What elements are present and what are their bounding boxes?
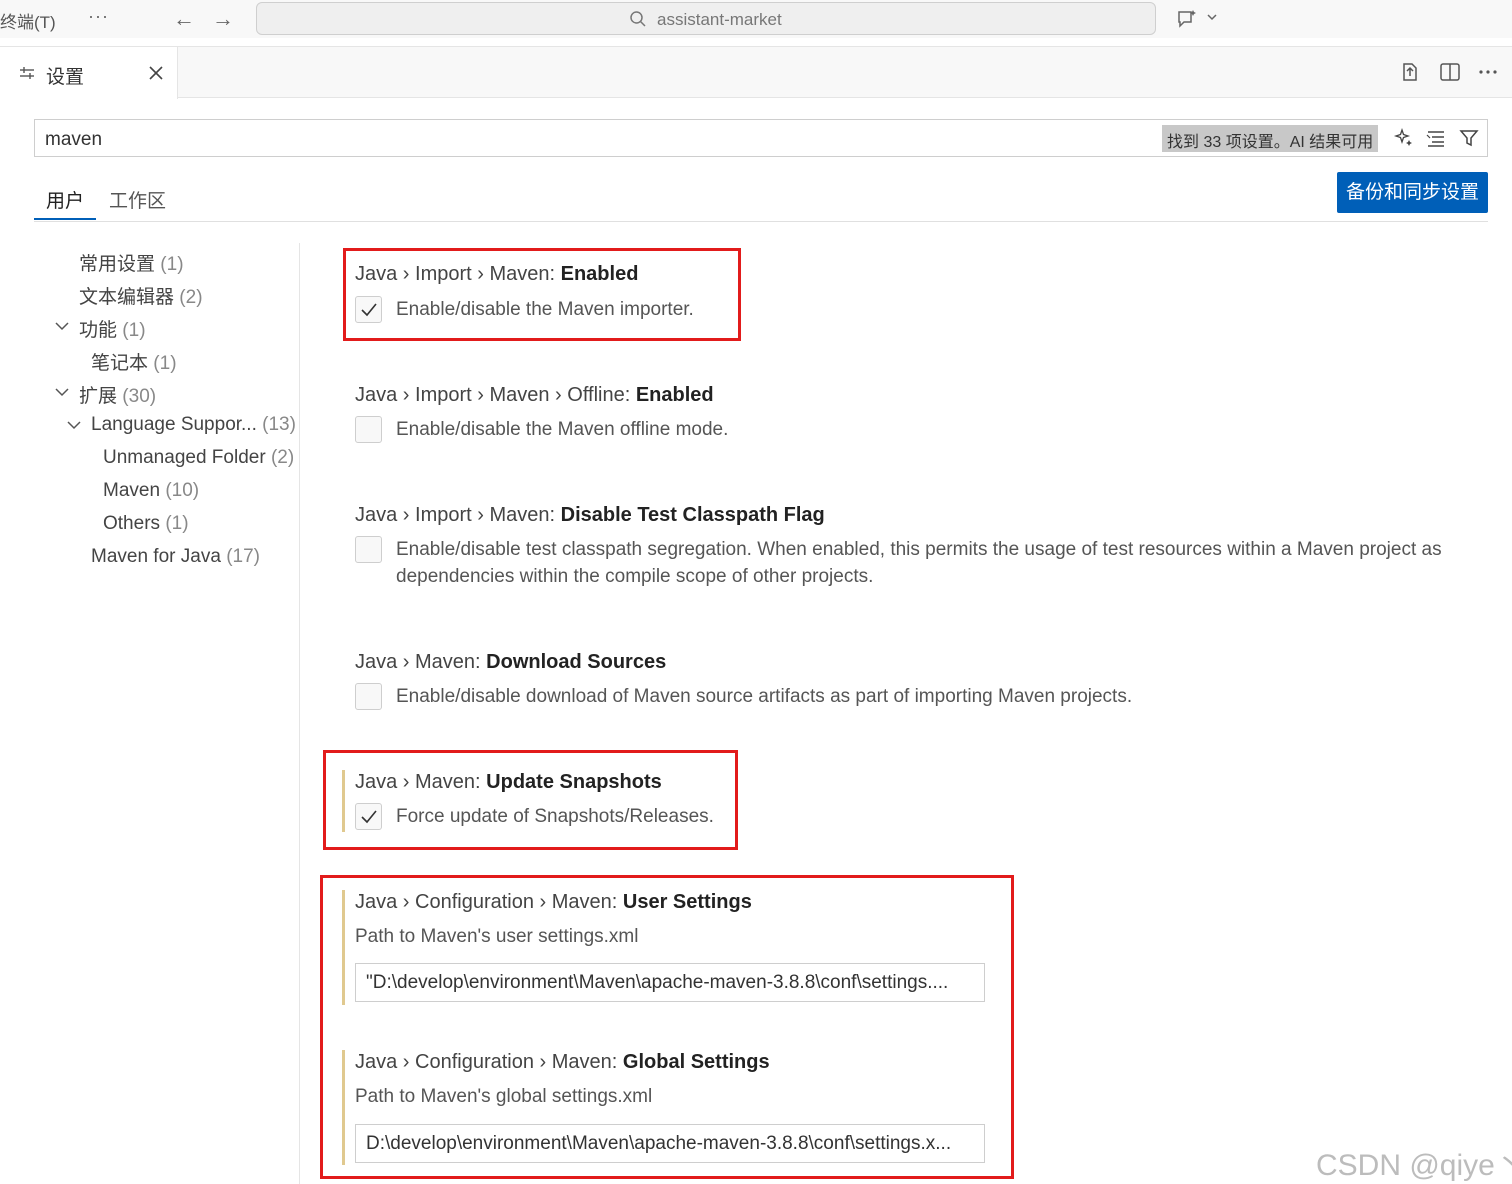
toc-item[interactable]: 常用设置 (1) [79,249,184,276]
chevron-down-icon[interactable] [66,417,82,433]
toc-item[interactable]: Maven for Java (17) [91,546,260,568]
clear-filter-list-icon[interactable] [1425,127,1447,149]
settings-sliders-icon [20,67,34,79]
toc-item[interactable]: 功能 (1) [79,315,146,342]
chevron-down-icon[interactable] [54,384,70,400]
active-tab-indicator [34,218,96,220]
toc-item[interactable]: 笔记本 (1) [91,348,177,375]
toc-item[interactable]: Maven (10) [103,480,199,502]
ai-sparkle-icon[interactable] [1393,127,1415,149]
highlight-annotation [320,875,1014,1179]
setting-checkbox[interactable] [355,536,382,563]
more-menu-icon[interactable]: ··· [88,6,109,27]
setting-title: Java › Maven: Download Sources [355,651,667,673]
command-center[interactable]: assistant-market [256,2,1156,35]
chevron-down-icon[interactable] [54,318,70,334]
setting-title: Java › Import › Maven › Offline: Enabled [355,384,714,406]
setting-checkbox[interactable] [355,683,382,710]
toc-item[interactable]: Others (1) [103,513,189,535]
toc-item[interactable]: Language Suppor... (13) [91,414,296,436]
toc-item[interactable]: 文本编辑器 (2) [79,282,203,309]
tab-settings[interactable]: 设置 [0,47,178,99]
search-result-count: 找到 33 项设置。AI 结果可用 [1162,125,1379,152]
setting-description: Enable/disable the Maven offline mode. [396,419,729,440]
menu-terminal[interactable]: 终端(T) [0,8,56,33]
backup-sync-button[interactable]: 备份和同步设置 [1337,172,1488,213]
back-arrow-icon[interactable]: ← [173,6,195,32]
chat-sparkle-icon[interactable] [1176,8,1198,30]
highlight-annotation [323,750,738,850]
tab-label: 设置 [46,67,85,88]
settings-search-input[interactable]: maven 找到 33 项设置。AI 结果可用 [34,119,1488,157]
setting-checkbox[interactable] [355,416,382,443]
toc-item[interactable]: Unmanaged Folder (2) [103,447,294,469]
settings-scope-tabs: 用户 工作区 [34,178,1488,222]
search-icon [630,11,646,27]
search-value[interactable]: maven [45,129,102,151]
setting-description: Enable/disable download of Maven source … [396,686,1133,707]
highlight-annotation [343,248,741,341]
setting-title: Java › Import › Maven: Disable Test Clas… [355,504,825,526]
more-actions-icon[interactable] [1476,60,1500,84]
tab-workspace[interactable]: 工作区 [109,186,166,213]
tab-user[interactable]: 用户 [46,186,84,213]
setting-description-line2: dependencies within the compile scope of… [396,566,874,587]
title-bar: 终端(T) ··· ← → assistant-market [0,0,1512,38]
chevron-down-icon[interactable] [1205,10,1219,24]
filter-icon[interactable] [1458,127,1480,149]
editor-tab-bar: 设置 [0,46,1512,99]
open-settings-json-icon[interactable] [1398,60,1422,84]
command-center-label: assistant-market [657,10,782,29]
close-icon[interactable] [146,63,166,83]
settings-toc: 常用设置 (1) 文本编辑器 (2) 功能 (1) 笔记本 (1) 扩展 (30… [0,243,300,1184]
forward-arrow-icon[interactable]: → [212,6,234,32]
toc-item[interactable]: 扩展 (30) [79,381,156,408]
split-editor-icon[interactable] [1438,60,1462,84]
setting-description: Enable/disable test classpath segregatio… [396,539,1442,560]
watermark: CSDN @qiye丶 [1316,1149,1512,1182]
